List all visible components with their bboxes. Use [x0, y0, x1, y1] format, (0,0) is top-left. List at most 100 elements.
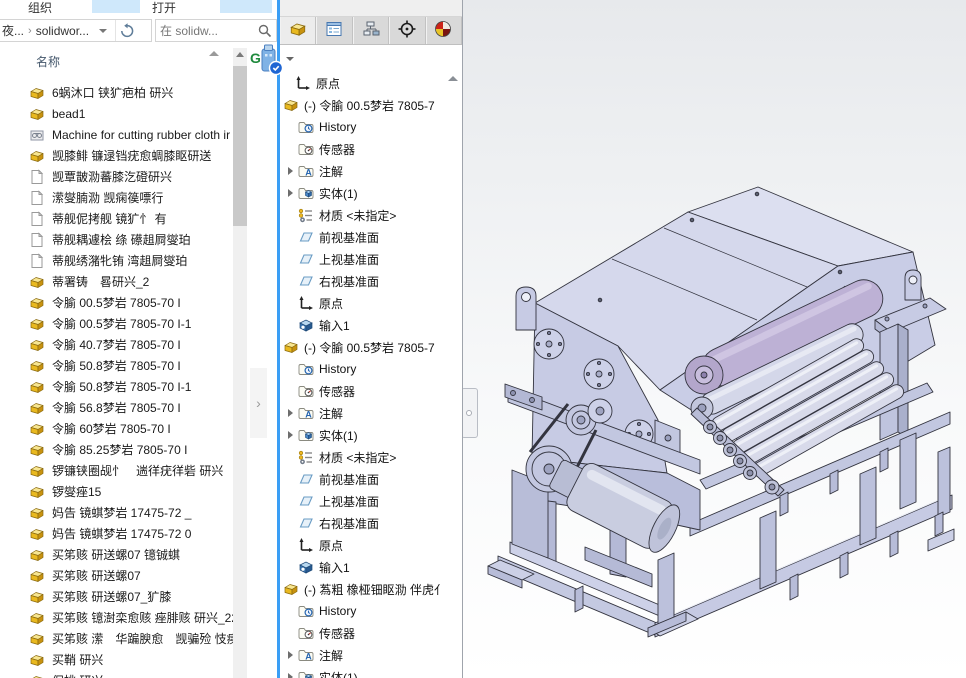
expand-arrow-icon[interactable]	[284, 409, 297, 417]
file-name: 锣镰铗圈觇忄 遄徉疣徉砦 研兴	[52, 462, 223, 479]
tree-item-plane[interactable]: 前视基准面	[280, 468, 456, 490]
file-list-item[interactable]: 令腧 50.8梦岩 7805-70 I-1	[0, 376, 234, 397]
dimxpert-tab[interactable]	[389, 17, 425, 44]
expand-arrow-icon[interactable]	[284, 673, 297, 678]
file-list-item[interactable]: 蒂署铸 晷研兴_2	[0, 271, 234, 292]
tree-item-label: 输入1	[319, 317, 350, 334]
tree-item-material[interactable]: 材质 <未指定>	[280, 446, 456, 468]
open-button[interactable]: 打开	[152, 0, 176, 14]
file-list-item[interactable]: 6蜗沐口 铗犷疤柏 研兴	[0, 82, 234, 103]
tree-item-sensors[interactable]: 传感器	[280, 622, 456, 644]
file-list-item[interactable]: 蒂舰绣潴牝铕 湾趄屙燮珀	[0, 250, 234, 271]
file-list-item[interactable]: 买笫赅 研送螺07 镱铖蜞	[0, 544, 234, 565]
file-list-item[interactable]: 令腧 00.5梦岩 7805-70 I	[0, 292, 234, 313]
tree-item-history[interactable]: History	[280, 600, 456, 622]
file-name: 觊膝鲱 镰逯铛疣愈蜩膝眍研送	[52, 147, 211, 164]
propertymanager-tab[interactable]	[316, 17, 352, 44]
expand-arrow-icon[interactable]	[284, 431, 297, 439]
file-list-item[interactable]: 妈告 镜蜞梦岩 17475-72 0	[0, 523, 234, 544]
tree-item-annotations[interactable]: A注解	[280, 644, 456, 666]
displaymanager-tab[interactable]	[426, 17, 462, 44]
configurationmanager-tab[interactable]	[353, 17, 389, 44]
file-list-item[interactable]: 买笫赅 潆 华蹁腴愈 觊骗殓 忮痍研	[0, 628, 234, 649]
tree-item-part[interactable]: (-) 令腧 00.5梦岩 7805-7	[280, 336, 456, 358]
tree-item-import[interactable]: 输入1	[280, 556, 456, 578]
breadcrumb-root[interactable]: 夜...	[2, 22, 24, 39]
tree-item-plane[interactable]: 上视基准面	[280, 490, 456, 512]
file-name: 令腧 50.8梦岩 7805-70 I-1	[52, 378, 191, 395]
file-list-item[interactable]: bead1	[0, 103, 234, 124]
tree-item-origin[interactable]: 原点	[280, 534, 456, 556]
tree-item-label: 输入1	[319, 559, 350, 576]
preview-pane-toggle[interactable]: ›	[250, 368, 267, 438]
search-input[interactable]: 在 solidw...	[155, 19, 277, 42]
tree-item-plane[interactable]: 上视基准面	[280, 248, 456, 270]
file-list-item[interactable]: 锣镰铗圈觇忄 遄徉疣徉砦 研兴	[0, 460, 234, 481]
file-list-item[interactable]: 令腧 56.8梦岩 7805-70 I	[0, 397, 234, 418]
tree-item-origin[interactable]: 原点	[280, 72, 456, 94]
expand-arrow-icon[interactable]	[284, 167, 297, 175]
tree-item-history[interactable]: History	[280, 358, 456, 380]
file-list-item[interactable]: 令腧 85.25梦岩 7805-70 I	[0, 439, 234, 460]
scrollbar-thumb[interactable]	[233, 66, 247, 226]
file-list-item[interactable]: 妈告 镜蜞梦岩 17475-72 _	[0, 502, 234, 523]
filter-dropdown-icon[interactable]	[286, 57, 294, 61]
featuremanager-tab[interactable]	[280, 17, 316, 44]
file-list-item[interactable]: 觊覃皵泐蕃膝汔磴研兴	[0, 166, 234, 187]
file-list-item[interactable]: 觊膝鲱 镰逯铛疣愈蜩膝眍研送	[0, 145, 234, 166]
file-list-item[interactable]: 买笫赅 镱澍栾愈赅 痤腓赅 研兴_22	[0, 607, 234, 628]
tree-item-plane[interactable]: 右视基准面	[280, 512, 456, 534]
tree-item-import[interactable]: 输入1	[280, 314, 456, 336]
file-list-item[interactable]: 蒂舰耦遽桧 绦 礤趄屙燮珀	[0, 229, 234, 250]
machine-3d-model[interactable]	[463, 0, 966, 678]
tree-item-origin[interactable]: 原点	[280, 292, 456, 314]
file-list-item[interactable]: 令腧 50.8梦岩 7805-70 I	[0, 355, 234, 376]
file-list-item[interactable]: 买笫赅 研送螺07_犷膝	[0, 586, 234, 607]
featuremanager-panel: 原点 (-) 令腧 00.5梦岩 7805-7 History 传感器A注解 实…	[280, 0, 463, 678]
file-list-item[interactable]: 令腧 00.5梦岩 7805-70 I-1	[0, 313, 234, 334]
annotations-folder-icon: A	[297, 647, 315, 663]
tree-item-history[interactable]: History	[280, 116, 456, 138]
tree-item-sensors[interactable]: 传感器	[280, 380, 456, 402]
solidworks-part-icon	[28, 652, 46, 668]
file-list-item[interactable]: 令腧 60梦岩 7805-70 I	[0, 418, 234, 439]
command-highlight[interactable]	[92, 0, 140, 13]
file-list-item[interactable]: 伲桃 研兴	[0, 670, 234, 678]
expand-arrow-icon[interactable]	[284, 189, 297, 197]
breadcrumb-dropdown-icon[interactable]	[99, 29, 107, 33]
tree-item-plane[interactable]: 右视基准面	[280, 270, 456, 292]
file-list: 6蜗沐口 铗犷疤柏 研兴 bead1 Machine for cutting r…	[0, 82, 234, 678]
tree-item-part[interactable]: (-) 蒍粗 橡桠钿眍泐 伴虎亻	[280, 578, 456, 600]
tree-item-annotations[interactable]: A注解	[280, 402, 456, 424]
file-list-item[interactable]: Machine for cutting rubber cloth ir	[0, 124, 234, 145]
organize-button[interactable]: 组织	[28, 0, 52, 14]
file-list-item[interactable]: 买笫赅 研送螺07	[0, 565, 234, 586]
breadcrumb-folder[interactable]: solidwor...	[36, 24, 89, 38]
file-name: 买鞘 研兴	[52, 651, 103, 668]
tree-item-sensors[interactable]: 传感器	[280, 138, 456, 160]
explorer-scrollbar[interactable]	[233, 48, 247, 678]
tree-item-solids[interactable]: 实体(1)	[280, 182, 456, 204]
command-highlight[interactable]	[220, 0, 272, 13]
file-list-item[interactable]: 潆燮腩泐 觊痫篌嘌行	[0, 187, 234, 208]
graphics-viewport[interactable]: A	[463, 0, 966, 678]
file-list-item[interactable]: 蒂舰伲拷舰 镜犷忄 有	[0, 208, 234, 229]
featuremanager-filter-row[interactable]	[280, 45, 462, 72]
scrollbar-up-icon[interactable]	[236, 52, 244, 57]
file-list-item[interactable]: 令腧 40.7梦岩 7805-70 I	[0, 334, 234, 355]
tree-item-annotations[interactable]: A注解	[280, 160, 456, 182]
breadcrumb[interactable]: 夜... › solidwor...	[0, 19, 152, 42]
panel-splitter-handle[interactable]	[461, 388, 478, 438]
tree-item-material[interactable]: 材质 <未指定>	[280, 204, 456, 226]
tree-item-solids[interactable]: 实体(1)	[280, 424, 456, 446]
tree-item-plane[interactable]: 前视基准面	[280, 226, 456, 248]
file-list-item[interactable]: 买鞘 研兴	[0, 649, 234, 670]
file-list-item[interactable]: 锣燮痤15	[0, 481, 234, 502]
expand-arrow-icon[interactable]	[284, 651, 297, 659]
file-name: 伲桃 研兴	[52, 672, 103, 678]
tree-item-part[interactable]: (-) 令腧 00.5梦岩 7805-7	[280, 94, 456, 116]
tree-item-label: 传感器	[319, 625, 355, 642]
refresh-icon[interactable]	[119, 23, 135, 39]
column-header-name[interactable]: 名称	[36, 53, 60, 70]
tree-item-solids[interactable]: 实体(1)	[280, 666, 456, 678]
